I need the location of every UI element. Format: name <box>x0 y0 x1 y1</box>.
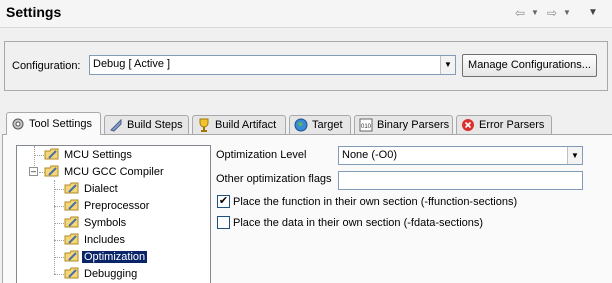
function-sections-label: Place the function in their own section … <box>233 196 518 208</box>
tool-folder-icon <box>64 267 79 279</box>
tree-item-includes[interactable]: Includes <box>64 232 127 248</box>
tab-target[interactable]: Target <box>289 115 351 135</box>
tree-item-dialect[interactable]: Dialect <box>64 181 120 197</box>
tree-item-label: Preprocessor <box>84 200 150 212</box>
configuration-value: Debug [ Active ] <box>93 58 171 70</box>
tab-label: Build Steps <box>127 119 183 131</box>
back-arrow-icon[interactable]: ⇦ <box>512 5 528 21</box>
tree-item-label: MCU GCC Compiler <box>64 166 164 178</box>
back-dropdown-icon[interactable]: ▼ <box>530 5 540 21</box>
binary-parsers-icon: 010 <box>359 118 373 132</box>
tool-settings-icon <box>12 118 24 130</box>
target-icon <box>294 118 308 132</box>
settings-header: Settings ⇦ ▼ ⇨ ▼ ▼ <box>0 0 612 28</box>
tab-build-artifact[interactable]: Build Artifact <box>192 115 286 135</box>
tab-error-parsers[interactable]: Error Parsers <box>456 115 552 135</box>
tab-tool-settings[interactable]: Tool Settings <box>6 112 101 135</box>
tab-build-steps[interactable]: Build Steps <box>104 115 189 135</box>
tree-item-optimization[interactable]: Optimization <box>64 249 148 265</box>
tree-item-mcu-settings[interactable]: MCU Settings <box>44 147 134 163</box>
tab-label: Target <box>312 119 343 131</box>
tab-label: Build Artifact <box>215 119 277 131</box>
configuration-panel: Configuration: Debug [ Active ] ▼ Manage… <box>4 41 608 91</box>
page-title: Settings <box>6 4 62 20</box>
chevron-down-icon[interactable]: ▼ <box>567 147 582 164</box>
tool-folder-icon <box>64 233 79 245</box>
settings-tree[interactable]: – MCU Settings MCU GCC Compiler Dialect … <box>16 145 211 283</box>
build-artifact-icon <box>199 118 209 132</box>
forward-arrow-icon[interactable]: ⇨ <box>544 5 560 21</box>
other-flags-input[interactable] <box>338 171 583 190</box>
optimization-level-select[interactable]: None (-O0) ▼ <box>338 146 583 165</box>
tab-binary-parsers[interactable]: 010 Binary Parsers <box>354 115 453 135</box>
tree-item-debugging[interactable]: Debugging <box>64 266 139 282</box>
collapse-icon[interactable]: – <box>29 167 38 176</box>
manage-configurations-button[interactable]: Manage Configurations... <box>462 54 597 77</box>
tree-item-label: Dialect <box>84 183 118 195</box>
tree-item-label: Symbols <box>84 217 127 229</box>
svg-text:010: 010 <box>361 124 372 130</box>
chevron-down-icon[interactable]: ▼ <box>440 56 455 74</box>
tool-folder-icon <box>64 250 79 262</box>
tree-item-label: Debugging <box>84 268 138 280</box>
tree-item-mcu-gcc-compiler[interactable]: MCU GCC Compiler <box>44 164 166 180</box>
tool-folder-icon <box>44 165 59 177</box>
tree-item-label: Optimization <box>82 251 148 263</box>
tree-item-label: MCU Settings <box>64 149 132 161</box>
tool-folder-icon <box>64 199 79 211</box>
build-steps-icon <box>110 118 122 132</box>
settings-tabs: Tool Settings Build Steps Build Artifact… <box>6 112 612 135</box>
data-sections-label: Place the data in their own section (-fd… <box>233 217 484 229</box>
tab-label: Binary Parsers <box>377 119 450 131</box>
forward-dropdown-icon[interactable]: ▼ <box>562 5 572 21</box>
tab-label: Error Parsers <box>479 119 545 131</box>
tree-item-preprocessor[interactable]: Preprocessor <box>64 198 151 214</box>
tree-item-symbols[interactable]: Symbols <box>64 215 128 231</box>
tool-folder-icon <box>64 182 79 194</box>
tool-folder-icon <box>44 148 59 160</box>
tree-item-label: Includes <box>84 234 125 246</box>
tool-folder-icon <box>64 216 79 228</box>
configuration-select[interactable]: Debug [ Active ] ▼ <box>89 55 456 75</box>
other-flags-label: Other optimization flags <box>216 173 332 185</box>
function-sections-checkbox[interactable]: ✔ <box>217 195 230 208</box>
tab-label: Tool Settings <box>29 118 92 130</box>
configuration-label: Configuration: <box>12 60 81 72</box>
error-parsers-icon <box>462 119 474 131</box>
optimization-level-value: None (-O0) <box>342 149 398 161</box>
data-sections-checkbox[interactable] <box>217 216 230 229</box>
view-menu-icon[interactable]: ▼ <box>588 5 598 21</box>
optimization-level-label: Optimization Level <box>216 149 307 161</box>
